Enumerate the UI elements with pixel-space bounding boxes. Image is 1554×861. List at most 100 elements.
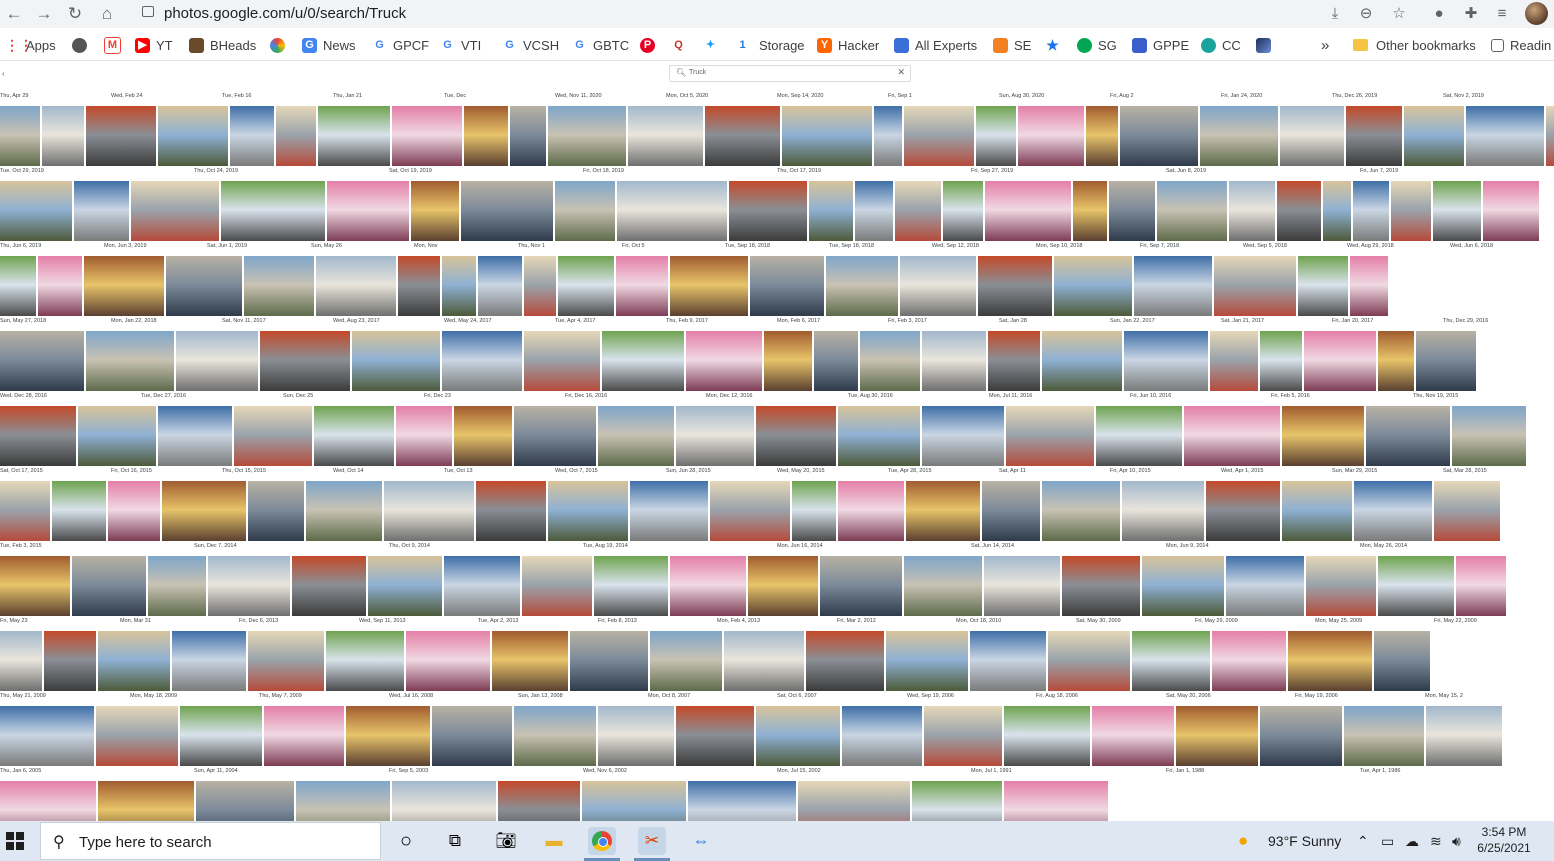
photo-thumbnail[interactable] [1277,181,1321,241]
bookmark-star[interactable]: ★ [1045,36,1066,54]
photo-thumbnail[interactable] [628,106,703,166]
photo-thumbnail[interactable] [1042,331,1122,391]
photo-thumbnail[interactable] [912,781,1002,822]
photo-date-label[interactable]: Tue, Apr 28, 2015 [888,468,932,474]
photo-thumbnail[interactable] [820,556,902,616]
photo-thumbnail[interactable] [976,106,1016,166]
photo-date-label[interactable]: Tue, Apr 1, 1986 [1360,768,1400,774]
photo-date-label[interactable]: Wed, May 24, 2017 [444,318,492,324]
profile-avatar[interactable] [1525,2,1548,25]
photo-thumbnail[interactable] [924,706,1002,766]
bookmark-apps[interactable]: ⋮⋮ Apps [5,36,56,54]
photo-thumbnail[interactable] [316,256,396,316]
photo-thumbnail[interactable] [710,481,790,541]
photo-thumbnail[interactable] [514,706,596,766]
photo-date-label[interactable]: Fri, Dec 23 [424,393,451,399]
photo-thumbnail[interactable] [522,556,592,616]
photo-thumbnail[interactable] [1206,481,1280,541]
photo-date-label[interactable]: Tue, Oct 29, 2019 [0,168,44,174]
other-bookmarks[interactable]: Other bookmarks [1353,36,1476,54]
photo-date-label[interactable]: Mon, Jun 3, 2019 [104,243,147,249]
photo-thumbnail[interactable] [676,406,754,466]
photo-date-label[interactable]: Wed, Oct 14 [333,468,363,474]
photo-date-label[interactable]: Wed, Jul 16, 2008 [389,693,433,699]
photo-thumbnail[interactable] [461,181,553,241]
photo-date-label[interactable]: Mon, Jun 16, 2014 [777,543,823,549]
photo-thumbnail[interactable] [98,781,194,822]
bookmark-pinterest[interactable]: P [640,36,661,54]
photo-thumbnail[interactable] [0,106,40,166]
photo-thumbnail[interactable] [148,556,206,616]
photo-date-label[interactable]: Fri, Sep 1 [888,93,912,99]
chat-icon[interactable]: ● [1429,4,1449,24]
photo-thumbnail[interactable] [798,781,910,822]
photo-thumbnail[interactable] [1304,331,1376,391]
photo-thumbnail[interactable] [922,331,986,391]
photo-thumbnail[interactable] [1006,406,1094,466]
photo-thumbnail[interactable] [392,106,462,166]
bookmark-gmail[interactable]: M [104,36,127,54]
photo-thumbnail[interactable] [368,556,442,616]
bookmark-gppe[interactable]: GPPE [1132,36,1189,54]
photo-thumbnail[interactable] [598,706,674,766]
photo-thumbnail[interactable] [464,106,508,166]
photo-thumbnail[interactable] [510,106,546,166]
photo-thumbnail[interactable] [1062,556,1140,616]
photo-thumbnail[interactable] [96,706,178,766]
volume-icon[interactable]: 🔊︎ [1452,833,1461,850]
photo-thumbnail[interactable] [988,331,1040,391]
photo-date-label[interactable]: Fri, Jan 20, 2017 [1332,318,1373,324]
photo-date-label[interactable]: Mon, May 26, 2014 [1360,543,1407,549]
photo-thumbnail[interactable] [44,631,96,691]
windows-start-icon[interactable] [6,832,24,850]
photo-thumbnail[interactable] [1466,106,1544,166]
photo-thumbnail[interactable] [346,706,430,766]
photo-date-label[interactable]: Mon, May 15, 2 [1425,693,1463,699]
photo-thumbnail[interactable] [158,106,228,166]
photo-thumbnail[interactable] [814,331,858,391]
photo-thumbnail[interactable] [1378,556,1454,616]
photo-date-label[interactable]: Mon, Jul 15, 2002 [777,768,821,774]
back-arrow-icon[interactable]: ← [3,3,25,25]
photo-thumbnail[interactable] [1229,181,1275,241]
photo-thumbnail[interactable] [617,181,727,241]
photo-thumbnail[interactable] [392,781,496,822]
photo-thumbnail[interactable] [74,181,129,241]
photo-date-label[interactable]: Thu, Oct 15, 2015 [222,468,266,474]
photo-date-label[interactable]: Fri, Jun 10, 2016 [1130,393,1171,399]
photo-thumbnail[interactable] [221,181,325,241]
photo-thumbnail[interactable] [396,406,452,466]
photo-thumbnail[interactable] [1391,181,1431,241]
photo-date-label[interactable]: Wed, Nov 11, 2020 [555,93,602,99]
extensions-icon[interactable]: ✚ [1461,4,1481,24]
photo-thumbnail[interactable] [1073,181,1107,241]
photo-thumbnail[interactable] [314,406,394,466]
photo-date-label[interactable]: Wed, Sep 5, 2018 [1243,243,1287,249]
photo-thumbnail[interactable] [72,556,146,616]
photo-date-label[interactable]: Sun, Mar 29, 2015 [1332,468,1377,474]
lock-icon[interactable] [142,6,154,17]
photo-thumbnail[interactable] [1306,556,1376,616]
photo-date-label[interactable]: Wed, Oct 7, 2015 [555,468,598,474]
photo-thumbnail[interactable] [602,331,684,391]
photo-thumbnail[interactable] [676,706,754,766]
photo-date-label[interactable]: Tue, Sep 18, 2018 [725,243,770,249]
photo-thumbnail[interactable] [1212,631,1286,691]
photo-thumbnail[interactable] [970,631,1046,691]
photo-date-label[interactable]: Sat, May 20, 2006 [1166,693,1211,699]
zoom-icon[interactable]: ⊖ [1356,4,1376,24]
photo-thumbnail[interactable] [1298,256,1348,316]
photo-date-label[interactable]: Tue, Apr 2, 2013 [478,618,518,624]
photo-thumbnail[interactable] [352,331,440,391]
photo-date-label[interactable]: Tue, Feb 16 [222,93,251,99]
photo-thumbnail[interactable] [809,181,853,241]
photo-date-label[interactable]: Fri, Feb 8, 2013 [598,618,637,624]
photo-thumbnail[interactable] [598,406,674,466]
bookmark-twitter[interactable]: ✦ [703,36,724,54]
photo-date-label[interactable]: Sat, Apr 11 [999,468,1026,474]
photo-thumbnail[interactable] [0,556,70,616]
bookmark-pinwheel[interactable] [270,36,291,54]
photo-date-label[interactable]: Fri, Sep 5, 2003 [389,768,428,774]
photo-thumbnail[interactable] [1260,706,1342,766]
bookmark-gpcf[interactable]: G GPCF [372,36,429,54]
